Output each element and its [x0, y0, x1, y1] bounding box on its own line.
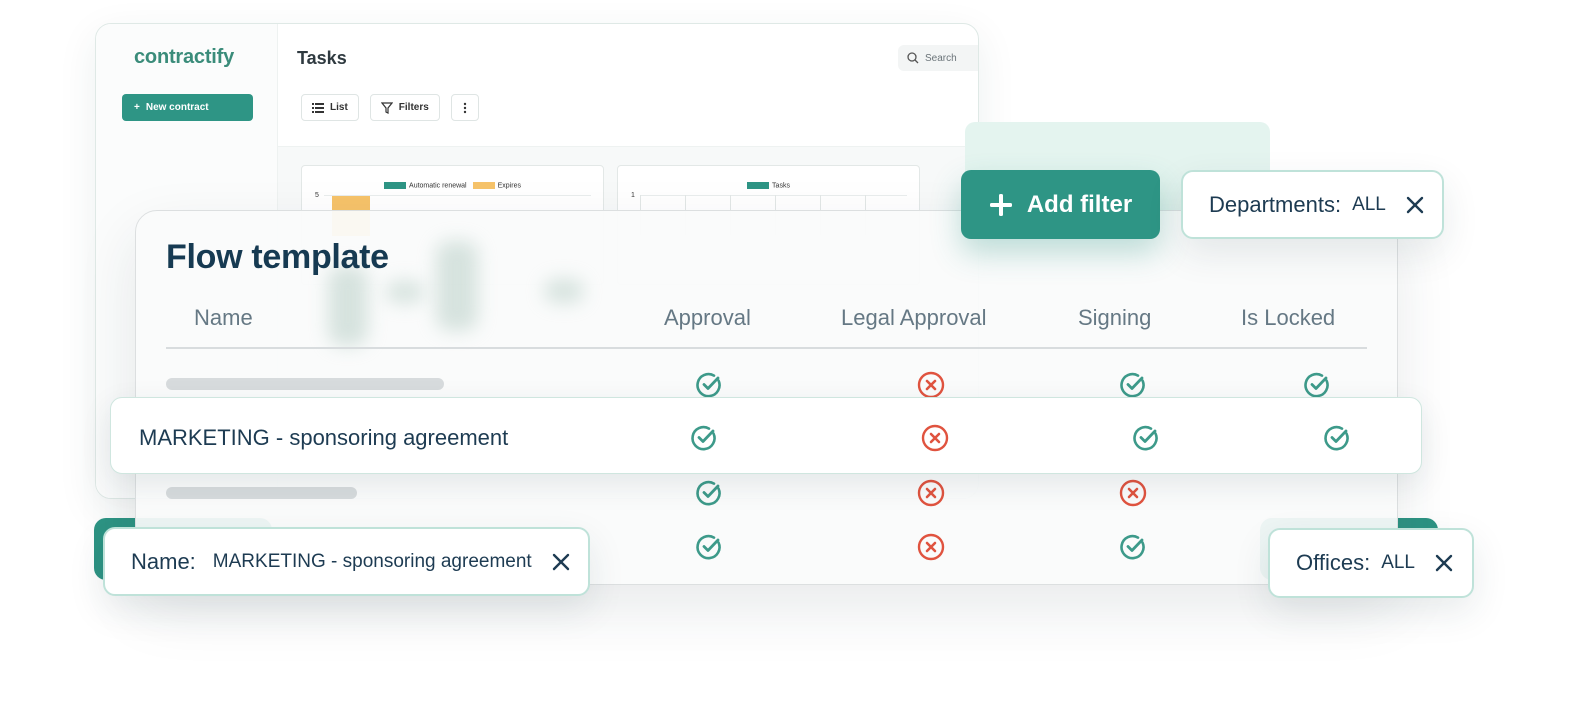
gridline — [640, 195, 907, 196]
approval-check-icon — [695, 533, 723, 561]
chart-legend: Tasks — [618, 182, 919, 189]
approval-check-icon — [690, 424, 718, 452]
close-icon[interactable] — [1406, 196, 1424, 214]
chip-label: Offices: — [1296, 550, 1371, 575]
chip-value: ALL — [1352, 193, 1386, 215]
legal-approval-cross-icon — [917, 479, 945, 507]
search-input[interactable]: Search — [898, 45, 978, 71]
legal-approval-cross-icon — [917, 533, 945, 561]
offices-filter-chip[interactable]: Offices: ALL — [1268, 528, 1474, 598]
column-header-signing[interactable]: Signing — [1078, 305, 1151, 331]
search-placeholder: Search — [925, 52, 957, 64]
toolbar: List Filters — [301, 94, 479, 121]
approval-check-icon — [695, 479, 723, 507]
add-filter-button[interactable]: Add filter — [961, 170, 1160, 239]
name-placeholder — [166, 378, 444, 390]
departments-filter-chip[interactable]: Departments: ALL — [1181, 170, 1444, 239]
name-placeholder — [166, 487, 357, 499]
signing-check-icon — [1119, 533, 1147, 561]
row-name: MARKETING - sponsoring agreement — [139, 425, 509, 450]
signing-check-icon — [1132, 424, 1160, 452]
header-divider — [166, 347, 1367, 349]
filters-button[interactable]: Filters — [369, 94, 440, 121]
legend-item: Automatic renewal — [384, 182, 467, 189]
new-contract-label: New contract — [145, 102, 209, 113]
blurred-chart-bar — [386, 281, 424, 303]
list-icon — [312, 102, 324, 113]
column-header-legal-approval[interactable]: Legal Approval — [841, 305, 987, 331]
approval-check-icon — [695, 371, 723, 399]
signing-cross-icon — [1119, 479, 1147, 507]
chip-label: Departments: — [1209, 191, 1342, 217]
blurred-chart-bar — [328, 266, 368, 346]
chip-value: MARKETING - sponsoring agreement — [212, 550, 532, 572]
page-title: Tasks — [297, 48, 347, 68]
flow-template-title: Flow template — [166, 238, 389, 276]
name-filter-chip[interactable]: Name: MARKETING - sponsoring agreement — [103, 527, 590, 596]
signing-check-icon — [1119, 371, 1147, 399]
column-header-approval[interactable]: Approval — [664, 305, 751, 331]
column-header-name[interactable]: Name — [194, 305, 253, 331]
chip-label: Name: — [131, 548, 196, 574]
is-locked-check-icon — [1303, 371, 1331, 399]
logo: contractify — [134, 46, 235, 68]
chip-value: ALL — [1381, 552, 1415, 573]
column-header-is-locked[interactable]: Is Locked — [1241, 305, 1335, 331]
chart-legend: Automatic renewal Expires — [302, 182, 603, 189]
legal-approval-cross-icon — [917, 371, 945, 399]
filter-icon — [380, 101, 393, 114]
new-contract-button[interactable]: + New contract — [122, 94, 253, 121]
y-tick-label: 1 — [631, 192, 635, 199]
more-options-button[interactable] — [450, 94, 479, 121]
legend-item: Expires — [472, 182, 521, 189]
legal-approval-cross-icon — [921, 424, 949, 452]
filters-label: Filters — [398, 102, 429, 113]
is-locked-check-icon — [1323, 424, 1351, 452]
y-tick-label: 5 — [315, 192, 319, 199]
blurred-chart-bar — [436, 241, 478, 331]
list-label: List — [330, 102, 348, 113]
plus-icon: + — [134, 102, 140, 113]
close-icon[interactable] — [1435, 554, 1453, 572]
close-icon[interactable] — [552, 553, 570, 571]
search-icon — [907, 52, 919, 64]
more-vertical-icon — [463, 102, 466, 113]
legend-item: Tasks — [747, 182, 790, 189]
list-view-button[interactable]: List — [301, 94, 359, 121]
blurred-chart-bar — [544, 279, 584, 303]
plus-icon — [989, 193, 1012, 216]
add-filter-label: Add filter — [1026, 190, 1133, 218]
table-row-highlighted[interactable]: MARKETING - sponsoring agreement — [110, 397, 1422, 474]
